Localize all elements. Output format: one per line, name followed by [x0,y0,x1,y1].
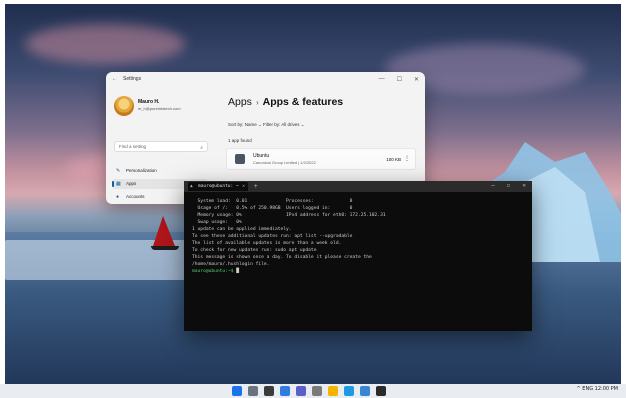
search-input[interactable]: Find a setting ⌕ [114,141,208,152]
cloud [25,24,185,64]
ubuntu-app-icon [235,154,245,164]
terminal-line: 1 update can be applied immediately. [192,227,292,232]
terminal-line: Swap usage: 0% [192,220,242,225]
terminal-prompt-line[interactable]: mauro@ubuntu:~$ █ [192,268,524,275]
minimize-button[interactable]: — [491,182,495,189]
search-placeholder: Find a setting [119,144,147,149]
breadcrumb-parent[interactable]: Apps [228,96,252,108]
linux-icon: ▲ [190,184,193,189]
apps-found-count: 1 app found [228,138,252,143]
sidebar-item-label: Apps [126,181,137,186]
app-size: 100 KB [386,157,401,162]
taskbar-icons [232,386,386,396]
search-icon[interactable] [248,386,258,396]
sailboat [153,216,175,246]
start-icon[interactable] [232,386,242,396]
new-tab-button[interactable]: + [254,183,258,190]
terminal-line: /home/mauro/.hushlogin file. [192,262,270,267]
terminal-line: To see these additional updates run: apt… [192,234,353,239]
avatar[interactable] [114,96,134,116]
file-explorer-icon[interactable] [328,386,338,396]
terminal-prompt: mauro@ubuntu:~$ [192,269,234,274]
page-title: Apps & features [262,96,344,108]
terminal-cursor: █ [233,269,240,274]
list-item[interactable]: Ubuntu Canonical Group Limited | 1/2/202… [226,148,416,170]
terminal-line: This message is shown once a day. To dis… [192,255,372,260]
close-button[interactable]: ✕ [522,182,526,189]
settings-window-title: Settings [123,76,142,82]
maximize-button[interactable]: ☐ [397,76,402,83]
terminal-tab[interactable]: ▲ mauro@ubuntu: ~ ✕ [188,182,248,191]
terminal-window[interactable]: ▲ mauro@ubuntu: ~ ✕ + — ☐ ✕ System load:… [184,181,532,331]
sort-filter-bar[interactable]: Sort by: Name ⌄ Filter by: All drives ⌄ [228,122,305,128]
terminal-line: To check for new updates run: sudo apt u… [192,248,317,253]
chat-icon[interactable] [296,386,306,396]
close-button[interactable]: ✕ [414,76,419,83]
maximize-button[interactable]: ☐ [507,182,511,189]
terminal-line: System load: 0.01 Processes: 8 [192,199,353,204]
terminal-line: Memory usage: 0% IPv4 address for eth0: … [192,213,386,218]
terminal-icon[interactable] [376,386,386,396]
terminal-output[interactable]: System load: 0.01 Processes: 8 Usage of … [184,192,532,281]
sidebar-item-personalization[interactable]: ✎ Personalization [112,166,208,176]
sidebar-item-label: Personalization [126,168,157,173]
user-name: Mauro H. [138,99,160,105]
back-arrow-icon[interactable]: ← [112,76,117,82]
settings-titlebar[interactable]: ← Settings — ☐ ✕ [106,72,425,86]
brush-icon: ✎ [116,168,121,174]
system-tray[interactable]: ^ ENG 12:00 PM [577,386,618,392]
taskbar: ^ ENG 12:00 PM [0,384,626,398]
breadcrumb-separator: › [255,98,259,107]
minimize-button[interactable]: — [379,76,385,83]
settings-icon[interactable] [312,386,322,396]
app-publisher-date: Canonical Group Limited | 1/2/2022 [253,160,316,165]
terminal-line: The list of available updates is more th… [192,241,342,246]
edge-icon[interactable] [344,386,354,396]
widgets-icon[interactable] [280,386,290,396]
terminal-line: Usage of /: 0.5% of 250.98GB Users logge… [192,206,353,211]
search-icon: ⌕ [200,145,203,151]
more-options-icon[interactable]: ⋮ [404,155,410,162]
breadcrumb: Apps › Apps & features [228,96,343,108]
app-name: Ubuntu [253,153,270,159]
sailboat-hull [151,246,179,250]
tray-text: ^ ENG 12:00 PM [576,386,618,392]
task-view-icon[interactable] [264,386,274,396]
sidebar-item-label: Accounts [126,194,145,199]
user-email: m_h@pureinfotech.com [138,106,181,111]
terminal-tab-title: mauro@ubuntu: ~ [198,184,239,189]
store-icon[interactable] [360,386,370,396]
close-tab-icon[interactable]: ✕ [242,182,245,191]
apps-icon: ▦ [116,181,121,187]
terminal-titlebar[interactable]: ▲ mauro@ubuntu: ~ ✕ + — ☐ ✕ [184,181,532,192]
person-icon: ● [116,194,120,200]
